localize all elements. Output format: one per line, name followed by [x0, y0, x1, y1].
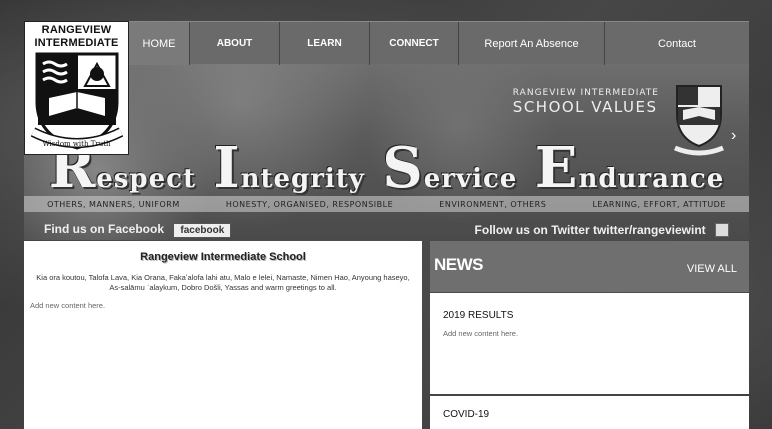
welcome-panel: Rangeview Intermediate School Kia ora ko… [24, 241, 422, 429]
school-name-line1: RANGEVIEW [41, 24, 112, 36]
welcome-placeholder: Add new content here. [30, 301, 106, 310]
value-endurance: Endurance [534, 135, 725, 201]
value-service: Service [382, 135, 518, 201]
nav-learn[interactable]: LEARN [279, 22, 369, 65]
welcome-title: Rangeview Intermediate School [140, 251, 306, 263]
welcome-greeting: Kia ora koutou, Talofa Lava, Kia Orana, … [36, 273, 410, 292]
values-subtext-bar: OTHERS, MANNERS, UNIFORM HONESTY, ORGANI… [24, 196, 749, 212]
news-view-all-link[interactable]: VIEW ALL [687, 263, 737, 275]
news-item[interactable]: 2019 RESULTS Add new content here. [430, 293, 749, 394]
facebook-link-text: Find us on Facebook [44, 222, 165, 236]
news-item-title[interactable]: COVID-19 [443, 409, 736, 420]
nav-connect[interactable]: CONNECT [369, 22, 458, 65]
twitter-link-text: Follow us on Twitter twitter/rangeviewin… [474, 222, 706, 237]
values-words: Respect Integrity Service Endurance [24, 126, 749, 196]
endurance-subtext: LEARNING, EFFORT, ATTITUDE [592, 199, 726, 209]
facebook-icon: facebook [173, 223, 232, 238]
main-nav: HOME ABOUT LEARN CONNECT Report An Absen… [129, 21, 749, 65]
news-header: NEWS VIEW ALL [430, 241, 749, 292]
nav-contact[interactable]: Contact [604, 22, 749, 65]
nav-home[interactable]: HOME [129, 22, 189, 65]
school-name-line2: INTERMEDIATE [34, 37, 119, 49]
value-integrity: Integrity [213, 135, 365, 201]
news-item-body: Add new content here. [443, 329, 519, 338]
nav-report-absence[interactable]: Report An Absence [458, 22, 604, 65]
news-item[interactable]: COVID-19 [430, 396, 749, 429]
carousel-next-arrow[interactable]: › [731, 127, 736, 145]
school-crest-icon [30, 52, 123, 150]
facebook-link[interactable]: Find us on Facebook facebook [44, 222, 232, 238]
banner-values-heading: RANGEVIEW INTERMEDIATE SCHOOL VALUES [513, 88, 659, 116]
social-links: Find us on Facebook facebook Follow us o… [24, 220, 749, 240]
twitter-link[interactable]: Follow us on Twitter twitter/rangeviewin… [475, 223, 729, 238]
news-item-title[interactable]: 2019 RESULTS [443, 310, 736, 321]
hero-banner: RANGEVIEW INTERMEDIATE SCHOOL VALUES Res… [24, 64, 749, 240]
banner-heading-line1: RANGEVIEW INTERMEDIATE [512, 88, 659, 98]
nav-about[interactable]: ABOUT [189, 22, 279, 65]
school-motto: Wisdom with Truth [42, 140, 111, 148]
news-title: NEWS [434, 255, 484, 274]
twitter-icon [715, 223, 729, 238]
banner-heading-line2: SCHOOL VALUES [512, 98, 658, 116]
respect-subtext: OTHERS, MANNERS, UNIFORM [47, 199, 180, 209]
service-subtext: ENVIRONMENT, OTHERS [439, 199, 547, 209]
school-logo[interactable]: RANGEVIEW INTERMEDIATE Wisdom with Truth [24, 21, 129, 155]
integrity-subtext: HONESTY, ORGANISED, RESPONSIBLE [225, 199, 394, 209]
